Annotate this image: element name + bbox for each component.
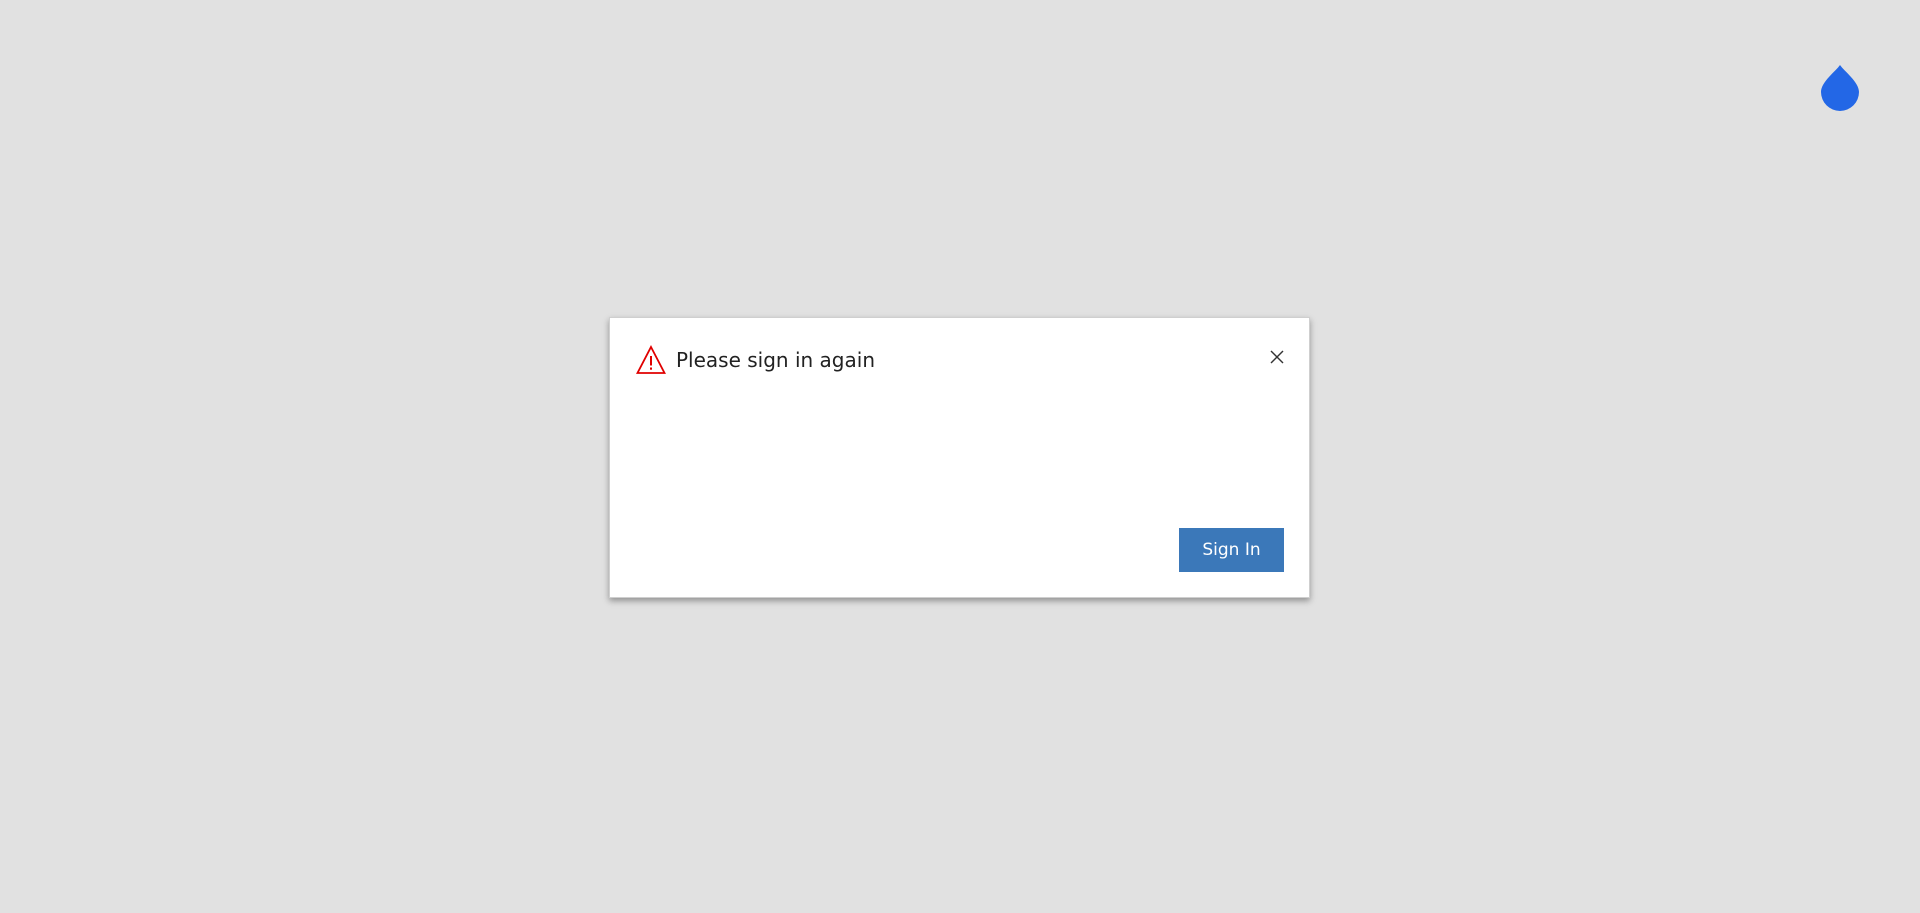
warning-icon <box>636 345 666 375</box>
dialog-header: Please sign in again <box>636 344 875 376</box>
sign-in-dialog: Please sign in again Sign In <box>609 317 1310 598</box>
close-button[interactable] <box>1262 342 1292 372</box>
droplet-icon <box>1818 62 1862 114</box>
dialog-title: Please sign in again <box>676 348 875 372</box>
close-icon <box>1270 350 1284 364</box>
sign-in-button[interactable]: Sign In <box>1179 528 1284 572</box>
